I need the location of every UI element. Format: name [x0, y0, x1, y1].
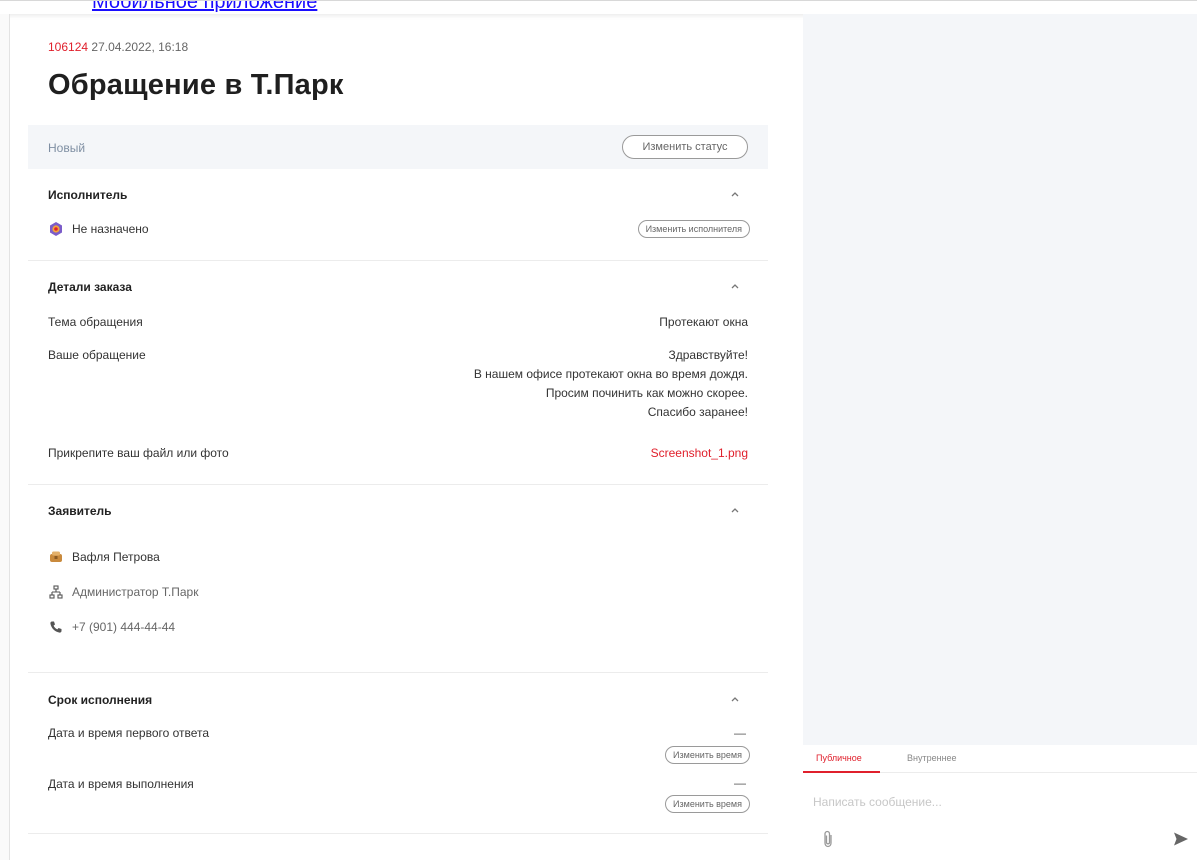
assignee-row: Не назначено: [48, 221, 149, 237]
change-status-button[interactable]: Изменить статус: [622, 135, 748, 159]
ticket-datetime: 27.04.2022, 16:18: [91, 40, 189, 54]
order-details-section: Детали заказа Тема обращения Протекают о…: [28, 261, 768, 485]
ticket-detail: 106124 27.04.2022, 16:18 Обращение в Т.П…: [28, 14, 768, 860]
topic-label: Тема обращения: [48, 315, 143, 329]
chevron-up-icon[interactable]: [730, 694, 740, 704]
chat-history-panel: [803, 14, 1197, 745]
topic-value: Протекают окна: [659, 315, 748, 329]
request-line: Просим починить как можно скорее.: [545, 386, 748, 400]
assignee-section: Исполнитель Не назначено Изменить исполн…: [28, 169, 768, 261]
applicant-section-title: Заявитель: [48, 504, 112, 518]
file-label: Прикрепите ваш файл или фото: [48, 446, 229, 460]
deadline-section: Срок исполнения Дата и время первого отв…: [28, 673, 768, 834]
page-title: Обращение в Т.Парк: [48, 69, 344, 101]
phone-icon: [48, 619, 64, 635]
applicant-name: Вафля Петрова: [72, 550, 160, 564]
paperclip-icon[interactable]: [821, 829, 835, 849]
left-sidebar-edge: [0, 14, 10, 860]
chevron-up-icon[interactable]: [730, 505, 740, 515]
chat-composer: Публичное Внутреннее: [803, 745, 1197, 860]
chevron-up-icon[interactable]: [730, 281, 740, 291]
applicant-role: Администратор Т.Парк: [72, 585, 199, 599]
completion-label: Дата и время выполнения: [48, 777, 194, 791]
applicant-role-row: Администратор Т.Парк: [48, 584, 198, 600]
assignee-avatar-icon: [48, 221, 64, 237]
change-completion-time-button[interactable]: Изменить время: [665, 795, 750, 813]
completion-value: —: [734, 776, 746, 790]
applicant-name-row: Вафля Петрова: [48, 549, 160, 565]
assignee-name: Не назначено: [72, 222, 149, 236]
first-response-value: —: [734, 726, 746, 740]
applicant-phone[interactable]: +7 (901) 444-44-44: [72, 620, 175, 634]
request-line: Спасибо заранее!: [647, 405, 748, 419]
mobile-app-link[interactable]: Мобильное приложение: [92, 0, 317, 14]
assignee-section-title: Исполнитель: [48, 188, 128, 202]
request-line: В нашем офисе протекают окна во время до…: [473, 367, 748, 381]
ticket-id[interactable]: 106124: [48, 40, 88, 54]
order-details-section-title: Детали заказа: [48, 280, 132, 294]
attached-file-link[interactable]: Screenshot_1.png: [651, 446, 748, 460]
chevron-up-icon[interactable]: [730, 189, 740, 199]
change-first-response-time-button[interactable]: Изменить время: [665, 746, 750, 764]
change-assignee-button[interactable]: Изменить исполнителя: [637, 220, 750, 238]
request-text: Здравствуйте! В нашем офисе протекают ок…: [474, 346, 748, 422]
applicant-section: Заявитель Вафля Петрова Администратор Т.…: [28, 485, 768, 673]
applicant-avatar-icon: [48, 549, 64, 565]
message-input[interactable]: [813, 791, 1173, 813]
applicant-phone-row: +7 (901) 444-44-44: [48, 619, 175, 635]
status-badge: Новый: [48, 141, 86, 155]
deadline-section-title: Срок исполнения: [48, 693, 153, 707]
request-line: Здравствуйте!: [668, 348, 748, 362]
send-icon[interactable]: [1173, 831, 1189, 847]
tab-internal[interactable]: Внутреннее: [907, 753, 957, 763]
ticket-meta: 106124 27.04.2022, 16:18: [48, 40, 188, 54]
request-label: Ваше обращение: [48, 348, 146, 362]
active-tab-indicator: [803, 771, 880, 773]
tab-public[interactable]: Публичное: [816, 753, 862, 763]
status-bar: Новый Изменить статус: [28, 125, 768, 169]
first-response-label: Дата и время первого ответа: [48, 726, 210, 740]
org-structure-icon: [48, 584, 64, 600]
